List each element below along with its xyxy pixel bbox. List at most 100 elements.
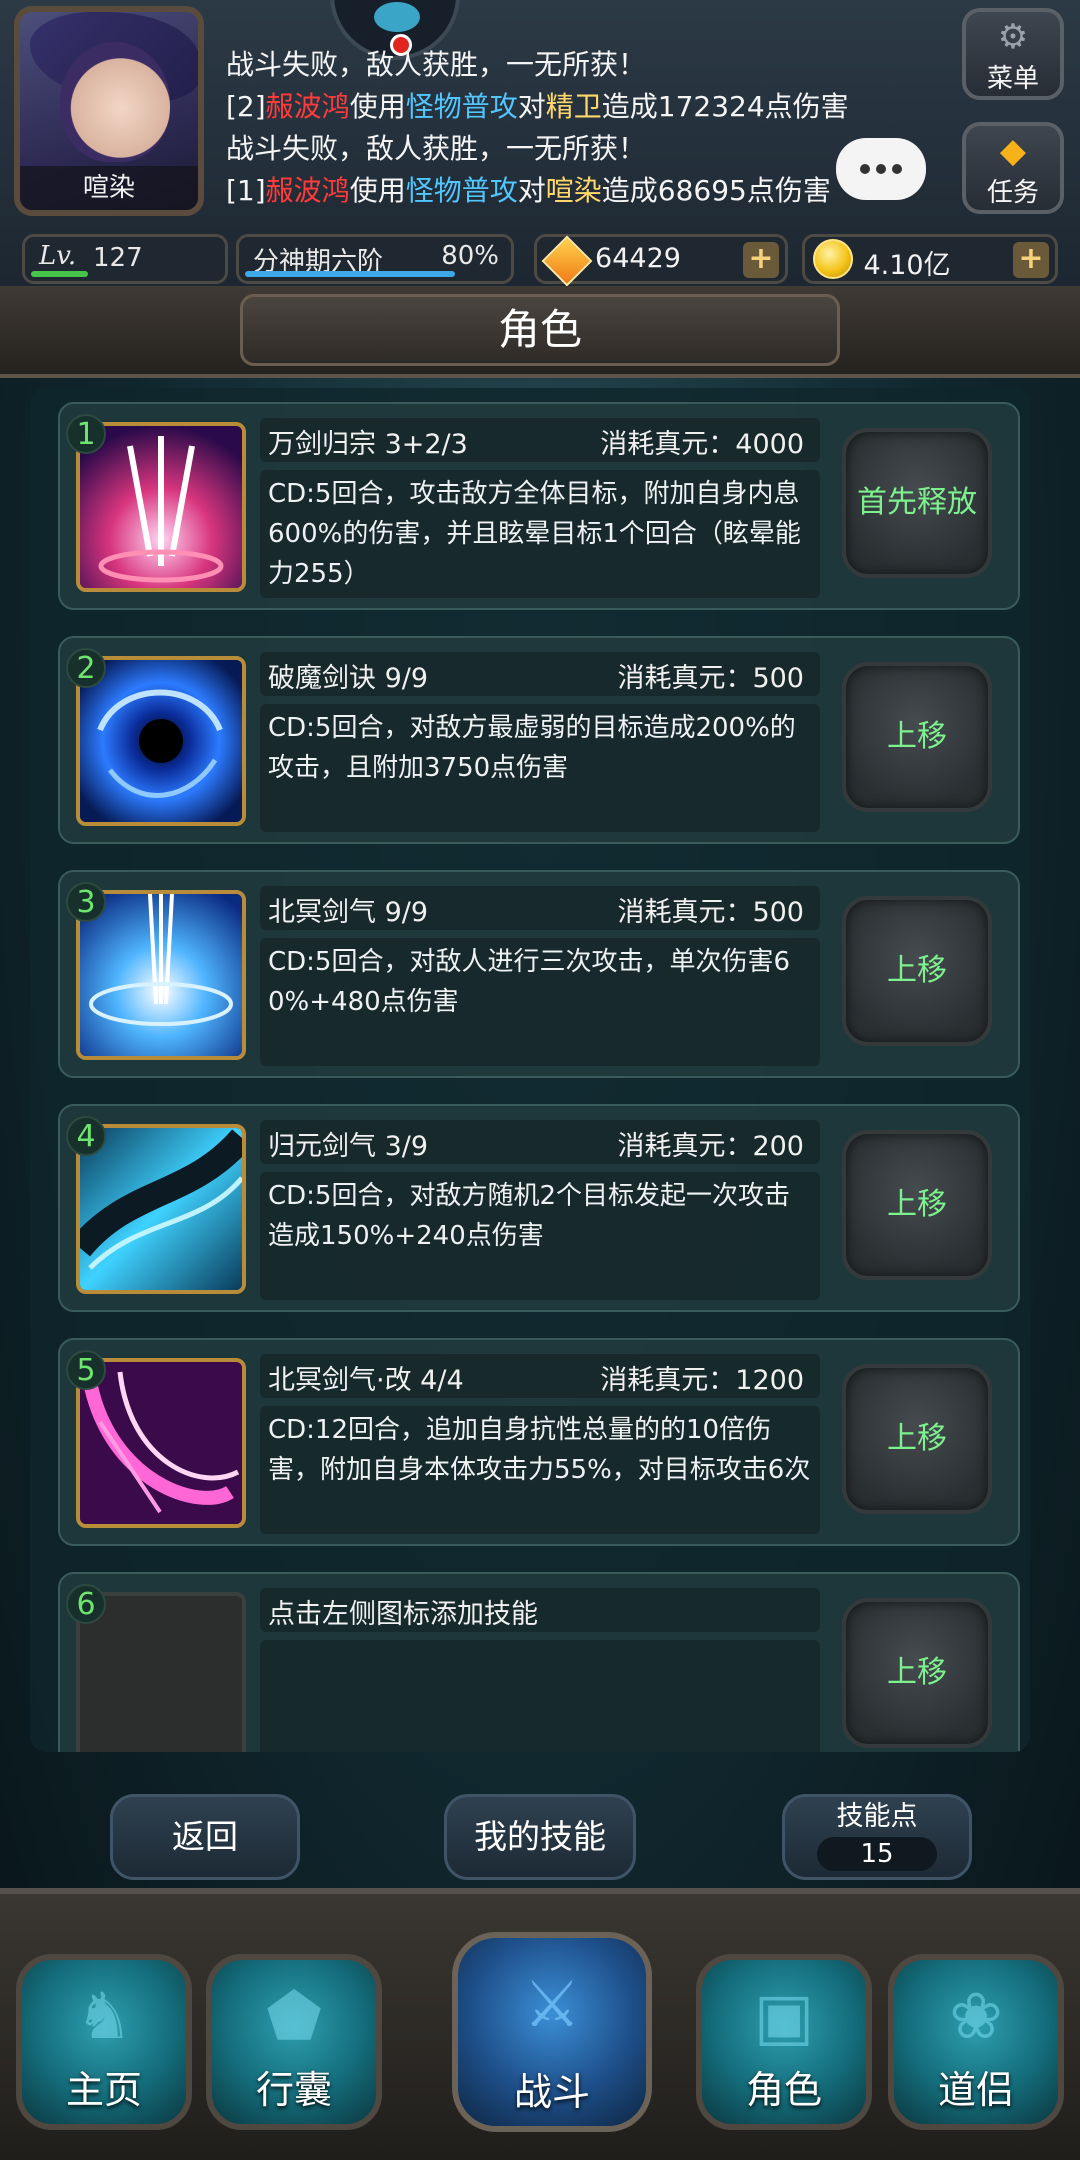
skill-header: 归元剑气 3/9 消耗真元：200 <box>260 1120 820 1164</box>
battle-log-segment: 对 <box>517 90 546 123</box>
skill-header: 北冥剑气 9/9 消耗真元：500 <box>260 886 820 930</box>
gem-currency: 64429 + <box>534 234 788 287</box>
skill-header: 北冥剑气·改 4/4 消耗真元：1200 <box>260 1354 820 1398</box>
move-up-button[interactable]: 上移 <box>842 1598 992 1748</box>
skill-icon-pink-slash[interactable] <box>76 1358 246 1528</box>
skill-card: 5 北冥剑气·改 4/4 消耗真元：1200 CD:12回合，追加自身抗性总量的的10… <box>58 1338 1020 1546</box>
battle-log-segment: 造成172324点伤害 <box>601 90 849 123</box>
task-button-label: 任务 <box>986 178 1039 208</box>
battle-log-segment: 战斗失败，敌人获胜，一无所获！ <box>226 48 647 81</box>
move-up-button[interactable]: 上移 <box>842 1364 992 1514</box>
bottom-nav: ♞ 主页 ⬟ 行囊 ⚔ 战斗 ▣ 角色 ❀ 道侣 <box>0 1888 1080 2160</box>
battle-log-segment: 赧波鸿 <box>265 90 350 123</box>
battle-log-segment: 造成68695点伤害 <box>601 174 831 207</box>
add-gold-button[interactable]: + <box>1013 242 1049 278</box>
player-name: 喧染 <box>20 166 198 210</box>
skill-name: 归元剑气 3/9 <box>268 1131 429 1162</box>
level-label: Lv. <box>39 241 77 271</box>
chest-icon: ▣ <box>753 1980 815 2054</box>
battle-log-line: [2]赧波鸿使用怪物普攻对精卫造成172324点伤害 <box>226 86 946 128</box>
page-title: 角色 <box>240 294 840 366</box>
my-skills-button[interactable]: 我的技能 <box>444 1794 636 1880</box>
nav-home[interactable]: ♞ 主页 <box>16 1954 192 2130</box>
battle-log-segment: 怪物普攻 <box>405 90 518 123</box>
skill-slot-number: 1 <box>66 414 106 454</box>
back-button[interactable]: 返回 <box>110 1794 300 1880</box>
skill-slot-number: 3 <box>66 882 106 922</box>
gem-value: 64429 <box>595 243 681 274</box>
skill-slot-number: 5 <box>66 1350 106 1390</box>
battle-log-segment: [1] <box>226 174 266 207</box>
nav-battle[interactable]: ⚔ 战斗 <box>452 1932 652 2132</box>
skill-description <box>260 1640 820 1752</box>
skill-name: 破魔剑诀 9/9 <box>268 663 429 694</box>
skill-icon-ice-slash[interactable] <box>76 1124 246 1294</box>
move-up-button[interactable]: 上移 <box>842 662 992 812</box>
move-up-button[interactable]: 上移 <box>842 896 992 1046</box>
battle-log-segment: 使用 <box>349 174 406 207</box>
battle-log-segment: 使用 <box>349 90 406 123</box>
battle-log-segment: 战斗失败，敌人获胜，一无所获！ <box>226 132 647 165</box>
nav-role[interactable]: ▣ 角色 <box>696 1954 872 2130</box>
skill-slot-number: 4 <box>66 1116 106 1156</box>
skill-header: 点击左侧图标添加技能 <box>260 1588 820 1632</box>
skill-points-label: 技能点 <box>836 1801 918 1832</box>
nav-home-label: 主页 <box>65 2068 142 2112</box>
nav-role-label: 角色 <box>745 2068 822 2112</box>
skill-cost: 消耗真元：500 <box>617 897 804 928</box>
skill-icon-sword-rain[interactable] <box>76 422 246 592</box>
skill-description: CD:5回合，对敌方随机2个目标发起一次攻击造成150%+240点伤害 <box>260 1172 820 1300</box>
companion-icon: ❀ <box>949 1980 1003 2054</box>
realm-percent: 80% <box>441 241 499 271</box>
nav-dao-label: 道侣 <box>937 2068 1014 2112</box>
skill-list[interactable]: 1 万剑归宗 3+2/3 消耗真元：4000 CD:5回合，攻击敌方全体目标，附加自身… <box>30 388 1030 1752</box>
battle-log-segment: 精卫 <box>545 90 602 123</box>
realm-progress-fill <box>245 271 455 277</box>
battle-log: 战斗失败，敌人获胜，一无所获！ [2]赧波鸿使用怪物普攻对精卫造成172324点伤… <box>226 44 946 212</box>
home-icon: ♞ <box>75 1980 133 2054</box>
battle-log-segment: 赧波鸿 <box>265 174 350 207</box>
nav-dao[interactable]: ❀ 道侣 <box>888 1954 1064 2130</box>
battle-log-segment: [2] <box>226 90 266 123</box>
nav-bag[interactable]: ⬟ 行囊 <box>206 1954 382 2130</box>
skill-card: 3 北冥剑气 9/9 消耗真元：500 CD:5回合，对敌人进行三次攻击，单次伤害60… <box>58 870 1020 1078</box>
skill-cost: 消耗真元：4000 <box>600 429 804 460</box>
cast-first-button[interactable]: 首先释放 <box>842 428 992 578</box>
chat-icon[interactable] <box>836 138 926 200</box>
diamond-icon: ◆ <box>999 131 1027 171</box>
skill-name: 万剑归宗 3+2/3 <box>268 429 468 460</box>
skill-name: 北冥剑气·改 4/4 <box>268 1365 464 1396</box>
skill-name: 北冥剑气 9/9 <box>268 897 429 928</box>
add-gems-button[interactable]: + <box>743 242 779 278</box>
nav-battle-label: 战斗 <box>513 2070 590 2114</box>
skill-description: CD:5回合，攻击敌方全体目标，附加自身内息600%的伤害，并且眩晕目标1个回合… <box>260 470 820 598</box>
level-progress-fill <box>31 271 88 277</box>
battle-log-line: 战斗失败，敌人获胜，一无所获！ <box>226 44 946 86</box>
menu-button[interactable]: ⚙ 菜单 <box>962 8 1064 100</box>
move-up-button[interactable]: 上移 <box>842 1130 992 1280</box>
skill-cost: 消耗真元：200 <box>617 1131 804 1162</box>
skill-icon-vortex[interactable] <box>76 656 246 826</box>
task-button[interactable]: ◆ 任务 <box>962 122 1064 214</box>
bird-icon <box>374 2 420 32</box>
skill-description: CD:12回合，追加自身抗性总量的的10倍伤害，附加自身本体攻击力55%，对目标… <box>260 1406 820 1534</box>
player-avatar[interactable]: 喧染 <box>14 6 204 216</box>
skill-card: 2 破魔剑诀 9/9 消耗真元：500 CD:5回合，对敌方最虚弱的目标造成200%的… <box>58 636 1020 844</box>
skill-card: 6 点击左侧图标添加技能 上移 <box>58 1572 1020 1752</box>
skill-icon-light-burst[interactable] <box>76 890 246 1060</box>
menu-button-label: 菜单 <box>986 64 1039 94</box>
gold-currency: 4.10亿 + <box>802 234 1058 284</box>
skill-description: CD:5回合，对敌方最虚弱的目标造成200%的攻击，且附加3750点伤害 <box>260 704 820 832</box>
top-hud: 喧染 战斗失败，敌人获胜，一无所获！ [2]赧波鸿使用怪物普攻对精卫造成17232… <box>0 0 1080 300</box>
level-value: 127 <box>93 243 143 273</box>
sword-icon: ⚔ <box>523 1968 581 2042</box>
avatar-face <box>60 42 170 162</box>
battle-log-segment: 怪物普攻 <box>405 174 518 207</box>
nav-bag-label: 行囊 <box>255 2068 332 2112</box>
skill-slot-number: 6 <box>66 1584 106 1624</box>
skill-header: 破魔剑诀 9/9 消耗真元：500 <box>260 652 820 696</box>
bag-icon: ⬟ <box>266 1980 322 2054</box>
skill-name: 点击左侧图标添加技能 <box>268 1599 538 1630</box>
gear-icon: ⚙ <box>997 17 1029 57</box>
skill-points-value: 15 <box>817 1837 937 1871</box>
